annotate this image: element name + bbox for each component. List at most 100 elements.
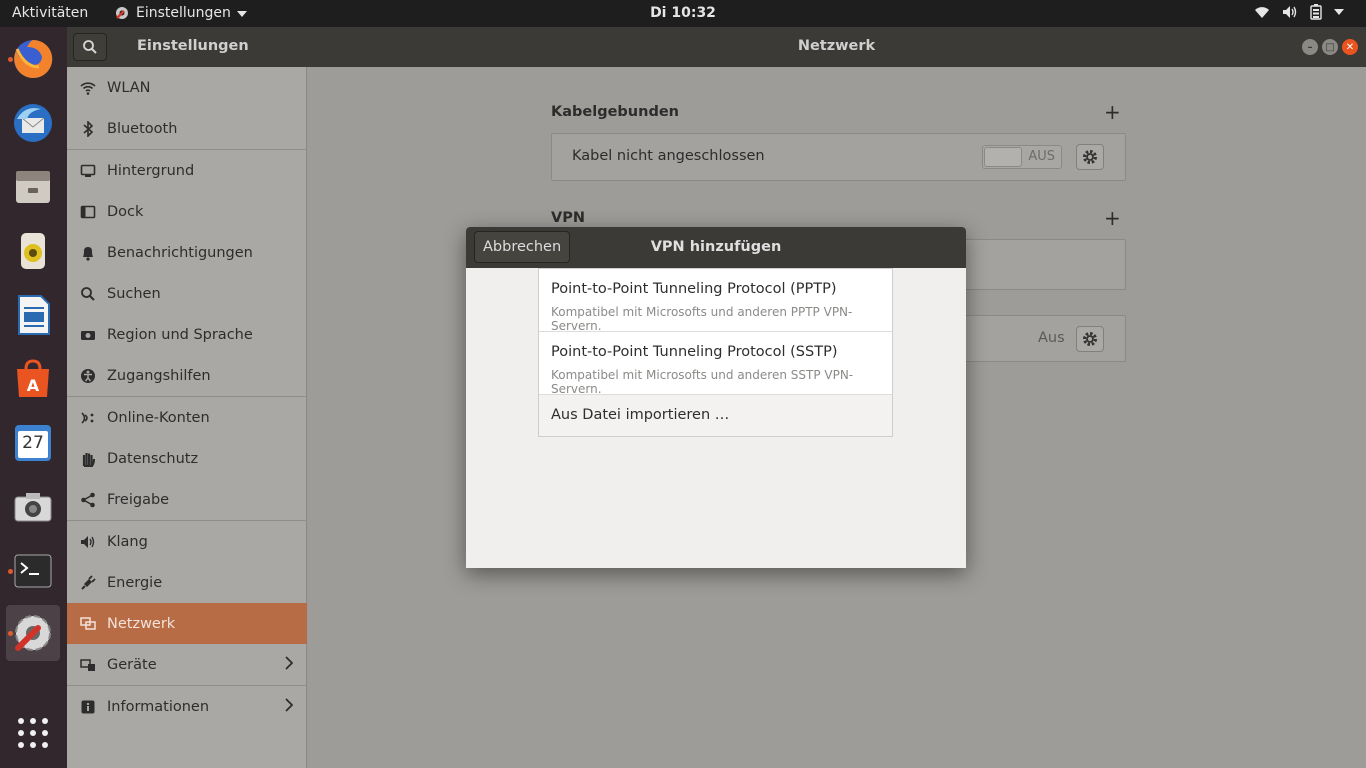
vpn-type-list: Point-to-Point Tunneling Protocol (PPTP)… [538,268,893,437]
dock-app-grid[interactable] [6,705,60,761]
chevron-down-icon [1334,9,1344,15]
thunderbird-icon [14,104,52,142]
battery-icon [1310,4,1322,20]
firefox-icon [14,39,53,78]
minimize-button[interactable]: – [1302,39,1318,55]
app-grid-icon [18,718,48,748]
sidebar-item-network[interactable]: Netzwerk [67,603,307,644]
search-icon [79,285,97,303]
sidebar-item-label: Freigabe [107,491,170,508]
proxy-state: Aus [1038,330,1065,346]
sidebar-item-sharing[interactable]: Freigabe [67,479,307,520]
terminal-icon [14,554,52,588]
hand-icon [79,450,97,468]
sidebar-item-devices[interactable]: Geräte [67,644,307,685]
toggle-knob [984,147,1022,167]
sidebar-item-sound[interactable]: Klang [67,521,307,562]
gear-icon [1083,332,1097,346]
sidebar-item-wlan[interactable]: WLAN [67,67,307,108]
running-indicator [8,631,13,636]
wired-connection-card: Kabel nicht angeschlossen AUS [551,133,1126,181]
sidebar-item-notifications[interactable]: Benachrichtigungen [67,232,307,273]
toggle-state: AUS [1028,149,1055,164]
speaker-icon [79,533,97,551]
sidebar-item-bluetooth[interactable]: Bluetooth [67,108,307,149]
wired-status: Kabel nicht angeschlossen [572,148,765,164]
bluetooth-icon [79,120,97,138]
dock-thunderbird[interactable] [6,95,60,151]
sidebar-item-label: WLAN [107,79,151,96]
add-vpn-button[interactable]: + [1104,206,1121,230]
add-wired-button[interactable]: + [1104,100,1121,124]
gear-icon [1083,150,1097,164]
sidebar-item-label: Geräte [107,656,157,673]
sidebar-item-background[interactable]: Hintergrund [67,150,307,191]
camera-icon [14,493,52,522]
dock: A 27 [0,27,67,768]
clock[interactable]: Di 10:32 [0,5,1366,21]
proxy-settings-button[interactable] [1076,326,1104,352]
sidebar-item-label: Benachrichtigungen [107,244,253,261]
svg-text:A: A [27,376,40,395]
devices-icon [79,656,97,674]
dock-writer[interactable] [6,287,60,343]
sidebar-item-details[interactable]: Informationen [67,686,307,727]
import-from-file-option[interactable]: Aus Datei importieren … [539,395,892,436]
software-icon: A [17,359,49,397]
sidebar-item-online-accounts[interactable]: Online-Konten [67,397,307,438]
sidebar-item-label: Hintergrund [107,162,195,179]
dialog-header: Abbrechen VPN hinzufügen [466,227,966,268]
vpn-option-subtitle: Kompatibel mit Microsofts und anderen PP… [551,305,853,333]
vpn-option-subtitle: Kompatibel mit Microsofts und anderen SS… [551,368,854,396]
dialog-title: VPN hinzufügen [650,239,782,255]
dock-software[interactable]: A [6,351,60,407]
close-button[interactable]: ✕ [1342,39,1358,55]
wifi-status-icon [1254,5,1270,19]
sidebar-item-label: Bluetooth [107,120,178,137]
maximize-button[interactable]: □ [1322,39,1338,55]
settings-icon [15,615,51,651]
dock-icon [79,203,97,221]
dock-camera[interactable] [6,479,60,535]
sidebar-title: Einstellungen [137,38,249,54]
sidebar-item-search[interactable]: Suchen [67,273,307,314]
power-plug-icon [79,574,97,592]
wired-toggle[interactable]: AUS [982,145,1062,169]
chevron-right-icon [285,698,294,716]
vpn-option-pptp[interactable]: Point-to-Point Tunneling Protocol (PPTP)… [539,269,892,333]
writer-icon [18,295,50,335]
sidebar-item-label: Informationen [107,698,210,715]
network-icon [79,615,97,633]
vpn-option-title: Point-to-Point Tunneling Protocol (SSTP) [551,344,838,360]
add-vpn-dialog: Abbrechen VPN hinzufügen Point-to-Point … [466,227,966,568]
bell-icon [79,244,97,262]
volume-icon [1282,5,1298,19]
files-icon [16,171,50,203]
wired-settings-button[interactable] [1076,144,1104,170]
sidebar-item-region[interactable]: Region und Sprache [67,314,307,355]
vpn-option-sstp[interactable]: Point-to-Point Tunneling Protocol (SSTP)… [539,332,892,396]
sidebar-item-label: Online-Konten [107,409,210,426]
sidebar-item-dock[interactable]: Dock [67,191,307,232]
vpn-section-title: VPN [551,210,585,226]
sidebar-item-label: Netzwerk [107,615,176,632]
sidebar-item-label: Energie [107,574,163,591]
dock-rhythmbox[interactable] [6,223,60,279]
dock-terminal[interactable] [6,543,60,599]
calendar-icon: 27 [22,433,44,453]
sidebar-item-label: Dock [107,203,144,220]
top-bar: Aktivitäten Einstellungen Di 10:32 [0,0,1366,27]
system-tray[interactable] [1254,4,1344,20]
dock-firefox[interactable] [6,31,60,87]
dock-settings[interactable] [6,605,60,661]
dock-calendar[interactable]: 27 [6,415,60,471]
search-button[interactable] [73,33,107,61]
sidebar-item-label: Zugangshilfen [107,367,211,384]
sidebar-item-privacy[interactable]: Datenschutz [67,438,307,479]
search-icon [83,40,97,54]
dock-files[interactable] [6,159,60,215]
sidebar-item-accessibility[interactable]: Zugangshilfen [67,355,307,396]
online-accounts-icon [79,409,97,427]
running-indicator [8,57,13,62]
sidebar-item-power[interactable]: Energie [67,562,307,603]
